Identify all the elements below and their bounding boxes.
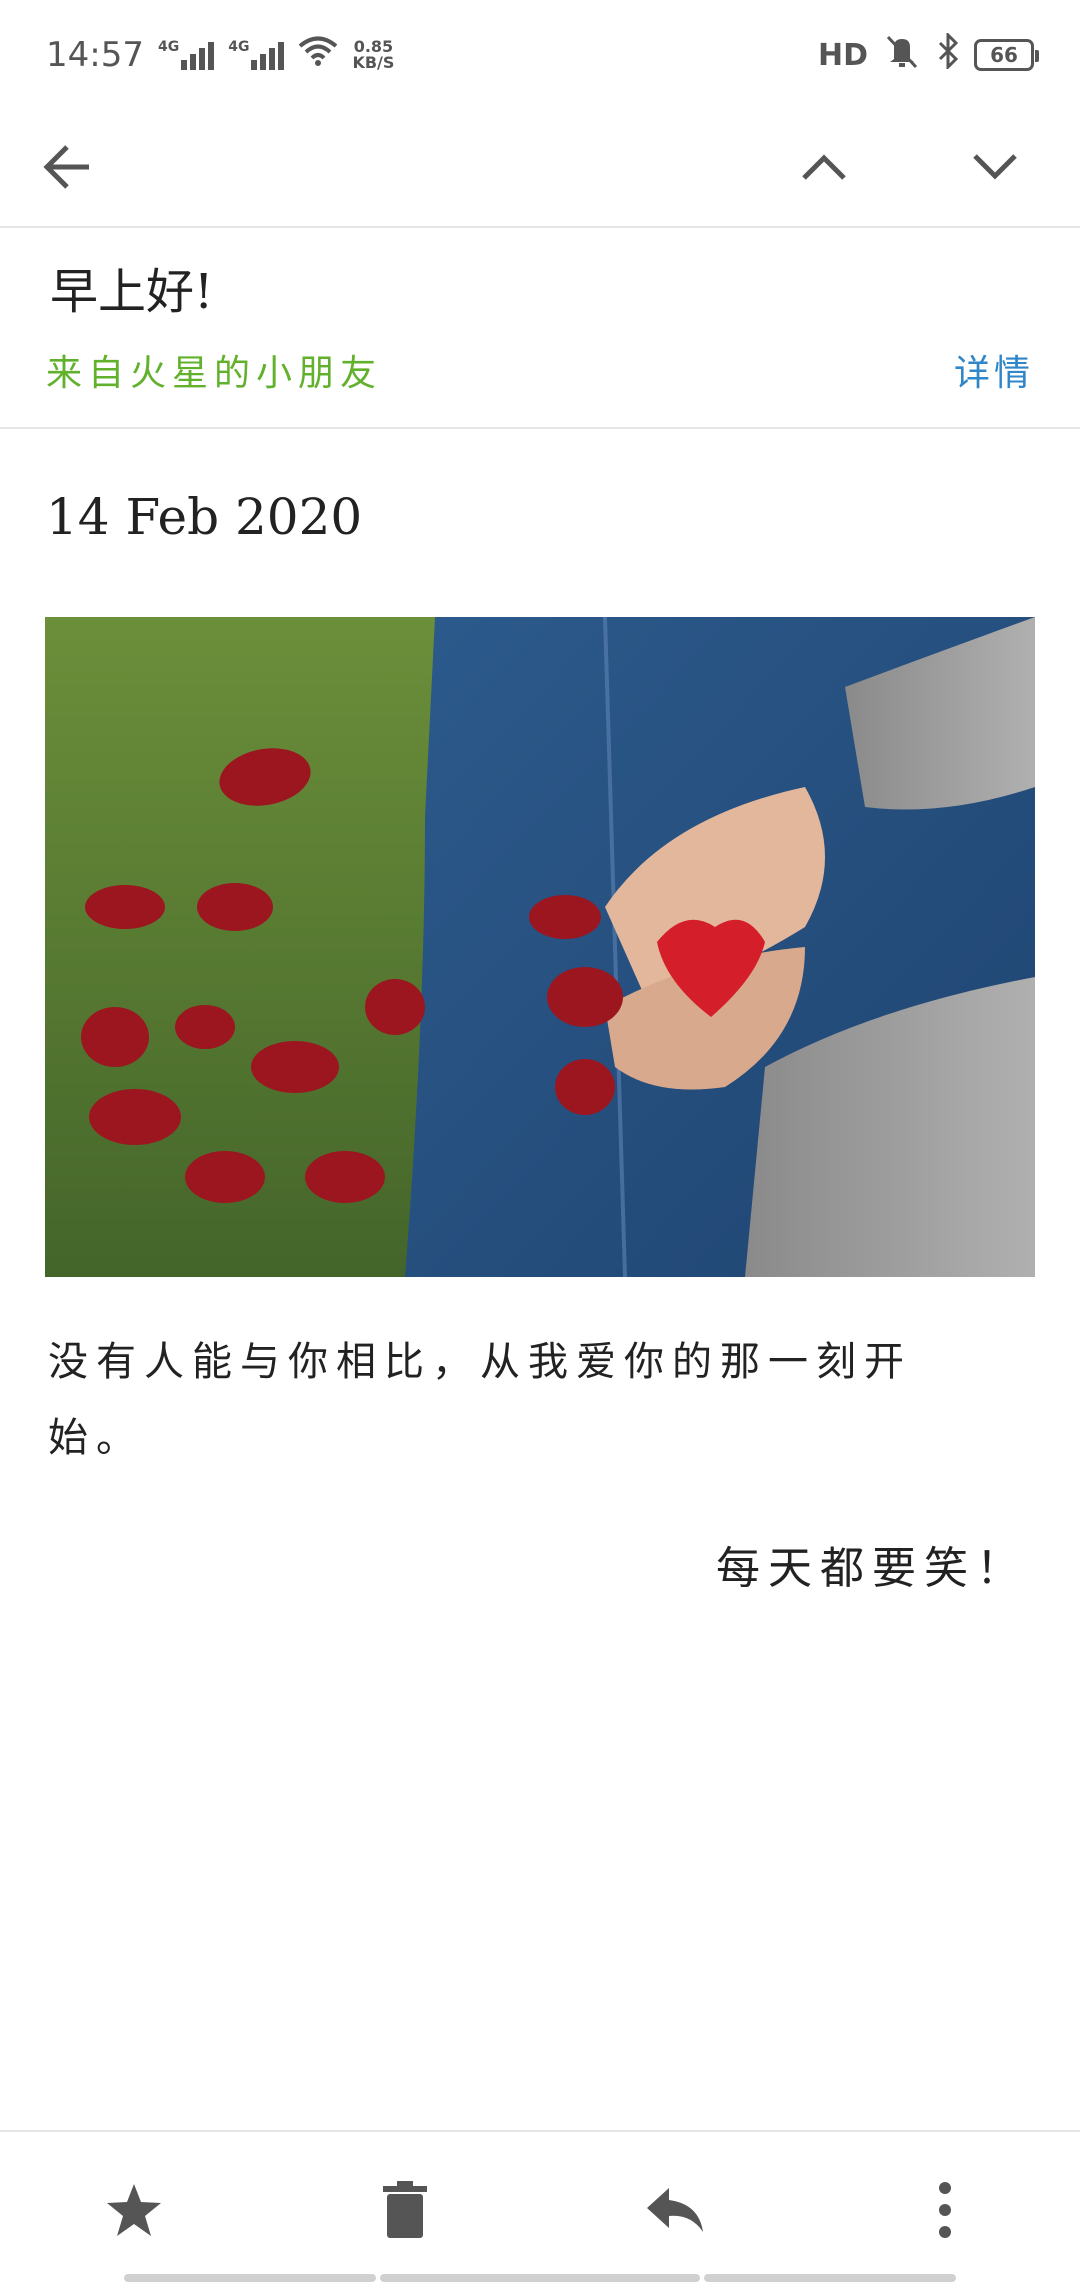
battery-level: 66 (990, 43, 1018, 67)
trash-icon (381, 2180, 429, 2244)
speed-unit: KB/S (352, 53, 395, 72)
signal-icon: 4G (228, 39, 285, 70)
bottom-action-bar (0, 2130, 1080, 2282)
wifi-icon (298, 35, 338, 76)
network-speed: 0.85 KB/S (352, 39, 394, 71)
star-icon (104, 2180, 164, 2244)
next-email-button[interactable] (960, 134, 1030, 204)
reply-icon (643, 2184, 707, 2240)
more-options-button[interactable] (905, 2172, 985, 2252)
details-link[interactable]: 详情 (954, 344, 1034, 396)
top-toolbar (0, 110, 1080, 228)
status-bar: 14:57 4G 4G 0.85 KB/S HD 66 (0, 0, 1080, 110)
reply-button[interactable] (635, 2172, 715, 2252)
email-date: 14 Feb 2020 (46, 488, 363, 546)
chevron-up-icon (800, 152, 848, 186)
battery-icon: 66 (974, 39, 1039, 71)
back-arrow-icon (41, 143, 93, 195)
network-type-2: 4G (228, 39, 250, 55)
email-body: 没有人能与你相比，从我爱你的那一刻开 始。 (48, 1324, 948, 1476)
nav-indicator-right (704, 2274, 956, 2282)
nav-indicator-left (124, 2274, 376, 2282)
email-subject: 早上好! (50, 264, 214, 320)
header-divider (0, 427, 1080, 429)
chevron-down-icon (971, 152, 1019, 186)
email-closing: 每天都要笑！ (716, 1543, 1028, 1594)
email-body-line-1: 没有人能与你相比，从我爱你的那一刻开 (48, 1339, 912, 1385)
star-button[interactable] (94, 2172, 174, 2252)
more-vertical-icon (935, 2180, 955, 2244)
delete-button[interactable] (365, 2172, 445, 2252)
nav-indicator-center (380, 2274, 700, 2282)
status-left: 14:57 4G 4G 0.85 KB/S (46, 35, 394, 76)
network-type-1: 4G (157, 39, 180, 55)
email-image (45, 617, 1035, 1277)
email-body-line-2: 始。 (48, 1415, 144, 1461)
mute-icon (882, 33, 922, 78)
bluetooth-icon (936, 30, 960, 78)
status-time: 14:57 (46, 35, 144, 75)
email-sender[interactable]: 来自火星的小朋友 (46, 344, 382, 396)
signal-icon: 4G (157, 39, 215, 70)
status-right: HD 66 (817, 30, 1039, 78)
previous-email-button[interactable] (789, 134, 859, 204)
hd-label: HD (817, 37, 868, 73)
back-button[interactable] (32, 134, 102, 204)
